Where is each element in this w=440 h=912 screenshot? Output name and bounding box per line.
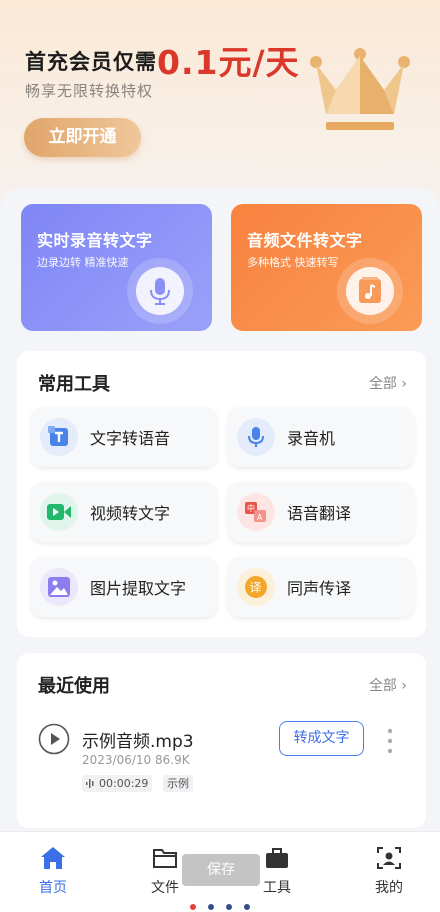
tool-label: 视频转文字 xyxy=(90,504,171,523)
svg-text:A: A xyxy=(257,513,263,522)
tool-recorder[interactable]: 录音机 xyxy=(228,407,414,467)
recent-all-link[interactable]: 全部 › xyxy=(369,675,407,695)
common-tools-panel: 常用工具 全部 › 文字转语音 录音机 视频转文字 中A 语音翻译 图片提取文字 xyxy=(17,351,426,637)
activate-membership-button[interactable]: 立即开通 xyxy=(24,118,141,157)
svg-text:译: 译 xyxy=(250,581,262,595)
recent-file-meta: 2023/06/10 86.9K xyxy=(82,753,190,767)
page-indicator xyxy=(190,904,250,910)
all-label: 全部 xyxy=(368,678,397,694)
svg-text:中: 中 xyxy=(247,503,255,513)
image-icon xyxy=(40,568,78,606)
home-icon xyxy=(41,847,65,869)
audio-file-card[interactable]: 音频文件转文字 多种格式 快速转写 xyxy=(231,204,422,331)
tool-label: 录音机 xyxy=(287,429,336,448)
recorder-mic-icon xyxy=(237,418,275,456)
translate-icon: 中A xyxy=(237,493,275,531)
tool-label: 图片提取文字 xyxy=(90,579,187,598)
card-title: 实时录音转文字 xyxy=(37,231,153,250)
video-camera-icon xyxy=(40,493,78,531)
music-file-icon xyxy=(337,258,403,324)
profile-icon xyxy=(377,847,401,869)
waveform-icon xyxy=(86,779,94,788)
promo-title: 首充会员仅需 xyxy=(25,50,157,74)
text-to-speech-icon xyxy=(40,418,78,456)
tool-label: 同声传译 xyxy=(287,579,352,598)
toolbox-icon xyxy=(266,848,288,868)
card-title: 音频文件转文字 xyxy=(247,231,363,250)
tool-video-to-text[interactable]: 视频转文字 xyxy=(31,482,217,542)
play-icon[interactable] xyxy=(38,723,70,755)
card-subtitle: 边录边转 精准快速 xyxy=(37,256,129,269)
card-subtitle: 多种格式 快速转写 xyxy=(247,256,339,269)
recent-panel: 最近使用 全部 › 示例音频.mp3 2023/06/10 86.9K 00:0… xyxy=(17,653,426,828)
all-label: 全部 xyxy=(368,376,397,392)
promo-price: 0.1元/天 xyxy=(157,43,300,82)
recent-file-name[interactable]: 示例音频.mp3 xyxy=(82,727,194,752)
more-options-icon[interactable] xyxy=(385,728,395,754)
tool-label: 语音翻译 xyxy=(287,504,352,523)
tool-text-to-speech[interactable]: 文字转语音 xyxy=(31,407,217,467)
chevron-right-icon: › xyxy=(401,376,407,392)
interpret-icon: 译 xyxy=(237,568,275,606)
folder-icon xyxy=(153,849,177,868)
indicator-dot xyxy=(226,904,232,910)
indicator-dot xyxy=(190,904,196,910)
promo-subtitle: 畅享无限转换特权 xyxy=(25,82,154,100)
duration-text: 00:00:29 xyxy=(99,777,149,790)
tab-label: 我的 xyxy=(375,880,403,896)
tool-simultaneous-interpret[interactable]: 译 同声传译 xyxy=(228,557,414,617)
tab-label: 首页 xyxy=(39,880,67,896)
crown-icon xyxy=(310,48,410,130)
tool-label: 文字转语音 xyxy=(90,429,171,448)
tab-home[interactable]: 首页 xyxy=(23,846,83,897)
duration-badge: 00:00:29 xyxy=(82,775,153,792)
tool-image-ocr[interactable]: 图片提取文字 xyxy=(31,557,217,617)
indicator-dot xyxy=(208,904,214,910)
tools-all-link[interactable]: 全部 › xyxy=(369,373,407,393)
convert-to-text-button[interactable]: 转成文字 xyxy=(279,721,364,756)
chevron-right-icon: › xyxy=(401,678,407,694)
save-toast: 保存 xyxy=(182,854,260,886)
section-title: 最近使用 xyxy=(38,676,110,697)
sample-tag: 示例 xyxy=(163,775,193,792)
section-title: 常用工具 xyxy=(38,374,110,395)
indicator-dot xyxy=(244,904,250,910)
tab-profile[interactable]: 我的 xyxy=(359,846,419,897)
microphone-icon xyxy=(127,258,193,324)
realtime-record-card[interactable]: 实时录音转文字 边录边转 精准快速 xyxy=(21,204,212,331)
tool-voice-translate[interactable]: 中A 语音翻译 xyxy=(228,482,414,542)
